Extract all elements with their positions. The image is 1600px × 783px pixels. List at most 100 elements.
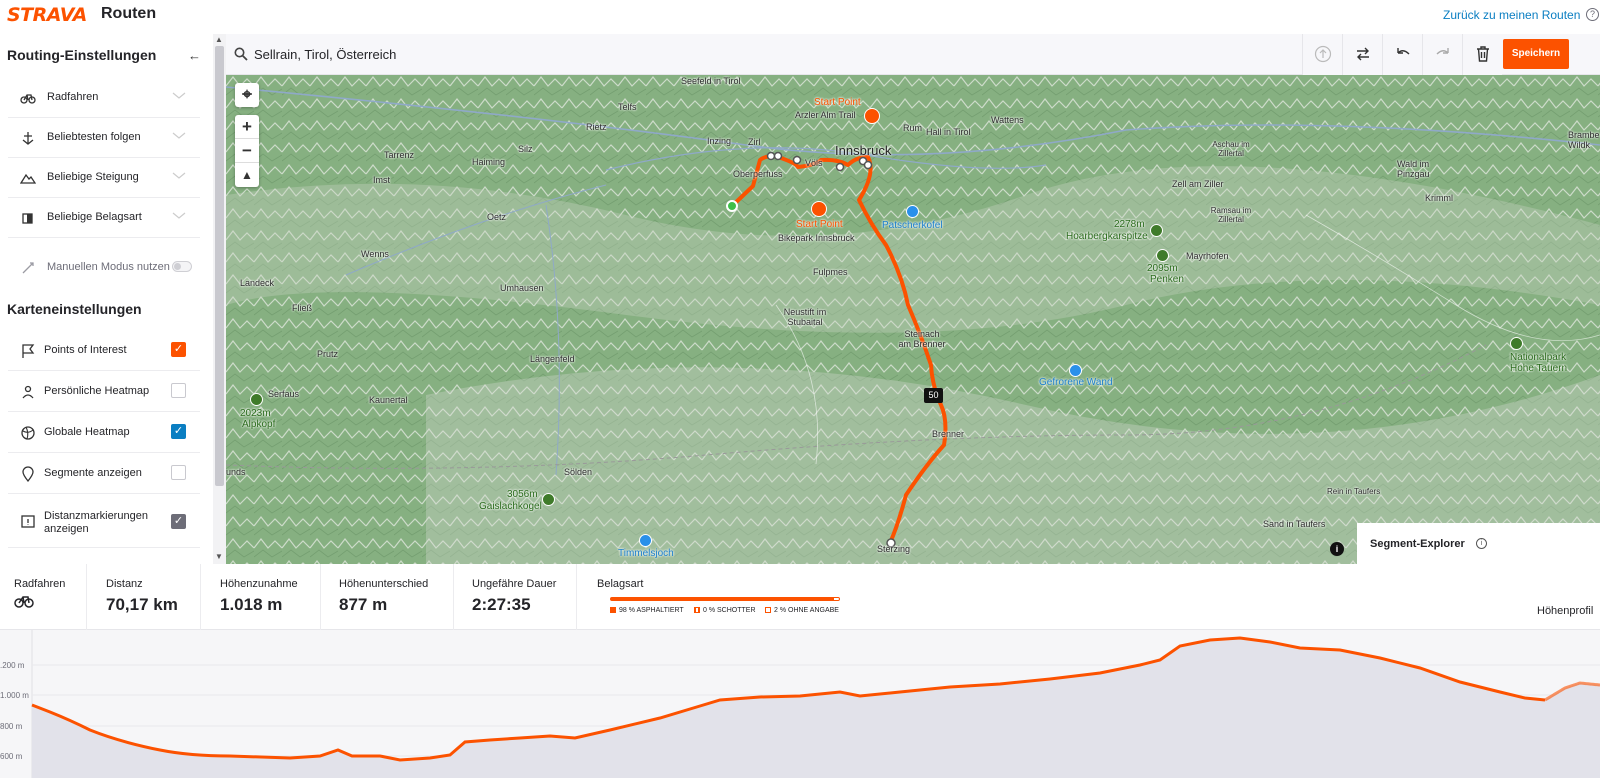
legend-text: 2 % OHNE ANGABE <box>774 607 839 614</box>
map-option-poi[interactable]: Points of Interest ✓ <box>8 330 200 371</box>
place-label: Fließ <box>292 303 312 313</box>
divider <box>86 564 87 630</box>
zoom-out-button[interactable]: − <box>235 139 259 163</box>
scroll-down-icon[interactable]: ▼ <box>215 552 223 561</box>
start-point-marker[interactable] <box>864 108 880 124</box>
personal-heatmap-checkbox[interactable] <box>171 383 186 398</box>
national-park-marker[interactable] <box>1510 337 1523 350</box>
gefrorene-wand-marker[interactable] <box>1069 364 1082 377</box>
poi-label: Alpkopf <box>242 419 276 430</box>
y-tick: 600 m <box>0 752 23 761</box>
person-icon <box>22 385 34 399</box>
compass-button[interactable]: ▲ <box>235 163 259 187</box>
place-label: Inzing <box>707 136 732 146</box>
redo-button[interactable] <box>1422 34 1462 75</box>
undo-button[interactable] <box>1382 34 1422 75</box>
routing-option-elevation[interactable]: Beliebige Steigung <box>8 158 200 198</box>
global-heatmap-checkbox[interactable]: ✓ <box>171 424 186 439</box>
reverse-route-button[interactable] <box>1342 34 1382 75</box>
back-to-routes-link[interactable]: Zurück zu meinen Routen <box>1443 8 1580 22</box>
routing-option-popularity[interactable]: Beliebtesten folgen <box>8 118 200 158</box>
segment-explorer-panel[interactable]: Segment-Explorer i <box>1357 523 1600 564</box>
place-label: Imst <box>373 175 390 185</box>
top-bar: STRAVA Routen Zurück zu meinen Routen ? <box>0 0 1600 34</box>
routing-option-label: Beliebtesten folgen <box>47 131 141 143</box>
place-label: Krimml <box>1425 193 1453 203</box>
elevation-profile-toggle[interactable]: Höhenprofil <box>1537 605 1593 617</box>
scroll-up-icon[interactable]: ▲ <box>215 35 223 44</box>
place-label: Längenfeld <box>530 354 575 364</box>
timmelsjoch-marker[interactable] <box>639 534 652 547</box>
poi-label: 2278m <box>1114 219 1145 230</box>
elevation-profile[interactable]: .200 m 1.000 m 800 m 600 m <box>0 630 1600 778</box>
peak-marker[interactable] <box>1150 224 1163 237</box>
delete-route-button[interactable] <box>1462 34 1502 75</box>
routing-option-label: Beliebige Steigung <box>47 171 139 183</box>
place-label: Neustift im Stubaital <box>783 307 827 327</box>
info-icon[interactable]: i <box>1476 538 1487 549</box>
help-icon[interactable]: ? <box>1586 8 1599 21</box>
stat-elevation-gain: Höhenzunahme 1.018 m <box>220 564 320 630</box>
patscherkofel-marker[interactable] <box>906 205 919 218</box>
collapse-sidebar-icon[interactable]: ← <box>188 48 201 63</box>
save-button[interactable]: Speichern <box>1503 39 1569 69</box>
place-label: Steinach am Brenner <box>898 329 946 349</box>
poi-checkbox[interactable]: ✓ <box>171 342 186 357</box>
segments-checkbox[interactable] <box>171 465 186 480</box>
place-label: Umhausen <box>500 283 544 293</box>
legend-swatch <box>694 607 700 614</box>
stat-value: 877 m <box>339 595 388 614</box>
segment-explorer-label: Segment-Explorer <box>1370 538 1465 550</box>
map-option-label: Persönliche Heatmap <box>44 385 150 397</box>
poi-label: Hohe Tauern <box>1510 363 1568 374</box>
upload-button[interactable] <box>1302 34 1342 75</box>
surface-legend-unknown: 2 % OHNE ANGABE <box>765 607 839 614</box>
locate-button[interactable]: ⌖ <box>235 83 259 107</box>
bike-icon <box>14 596 34 608</box>
map-option-global-heatmap[interactable]: Globale Heatmap ✓ <box>8 412 200 453</box>
place-label: Wald im Pinzgau <box>1397 159 1430 179</box>
sidebar-scrollbar[interactable]: ▲ ▼ <box>213 34 226 564</box>
place-label: Bikepark Innsbruck <box>778 233 855 243</box>
manual-mode-toggle[interactable] <box>172 261 192 272</box>
routing-option-sport[interactable]: Radfahren <box>8 78 200 118</box>
place-label: Zell am Ziller <box>1172 179 1224 189</box>
chevron-down-icon <box>172 92 186 99</box>
legend-swatch <box>610 607 616 614</box>
place-label: Serfaus <box>268 389 300 399</box>
start-point-marker[interactable] <box>811 201 827 217</box>
map-option-distance-markers[interactable]: Distanzmarkierungen anzeigen ✓ <box>8 494 200 548</box>
poi-label: 2023m <box>240 408 271 419</box>
peak-marker[interactable] <box>542 493 555 506</box>
peak-marker[interactable] <box>1156 249 1169 262</box>
map-canvas[interactable]: ⌖ + − ▲ Seefeld in Tirol Telfs Rietz Inz… <box>226 75 1600 564</box>
distance-markers-checkbox[interactable]: ✓ <box>171 514 186 529</box>
poi-label: Start Point <box>796 219 843 230</box>
place-label: Brenner <box>932 429 965 439</box>
routing-option-surface[interactable]: Beliebige Belagsart <box>8 198 200 238</box>
search-icon <box>234 47 248 61</box>
poi-label: Hoarbergkarspitze <box>1066 231 1148 242</box>
stat-activity: Radfahren <box>14 564 86 630</box>
place-label: Sölden <box>564 467 593 477</box>
legend-swatch <box>765 607 771 614</box>
zoom-in-button[interactable]: + <box>235 115 259 139</box>
search-input[interactable] <box>254 44 854 64</box>
peak-marker[interactable] <box>250 393 263 406</box>
scrollbar-thumb[interactable] <box>215 46 224 486</box>
place-label: Aschau im Zillertal <box>1212 140 1250 158</box>
place-label: Zirl <box>748 137 761 147</box>
map-option-segments[interactable]: Segmente anzeigen <box>8 453 200 494</box>
routing-settings-title: Routing-Einstellungen <box>7 47 157 63</box>
flag-icon <box>22 344 35 358</box>
place-label: Rietz <box>586 122 607 132</box>
place-label: Oetz <box>487 212 507 222</box>
globe-icon <box>21 426 35 440</box>
chevron-down-icon <box>172 212 186 219</box>
y-tick: 1.000 m <box>0 691 29 700</box>
strava-logo[interactable]: STRAVA <box>7 4 87 26</box>
stat-distance: Distanz 70,17 km <box>106 564 200 630</box>
map-info-icon[interactable]: i <box>1330 542 1344 556</box>
map-option-personal-heatmap[interactable]: Persönliche Heatmap <box>8 371 200 412</box>
manual-mode-label: Manuellen Modus nutzen <box>47 261 170 273</box>
